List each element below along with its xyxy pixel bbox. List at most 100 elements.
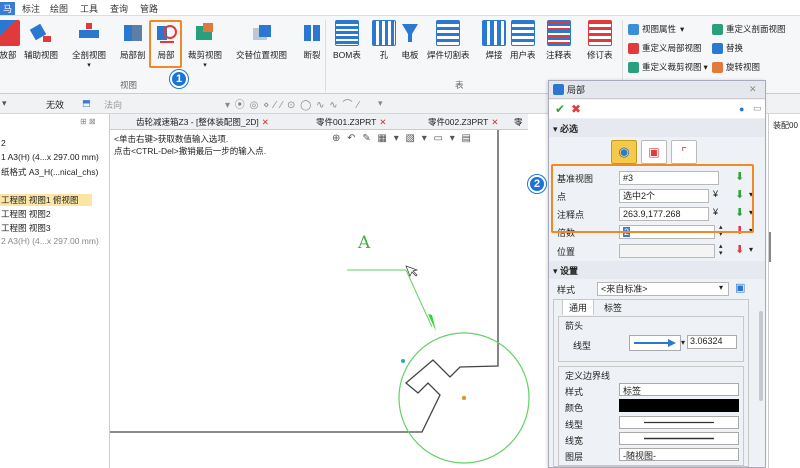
chevron-down-icon[interactable]: ▾ [2, 98, 7, 109]
arrow-style-select[interactable] [629, 335, 681, 351]
weld-icon [482, 20, 506, 46]
annotation-label-a[interactable]: A [358, 233, 370, 253]
revision-table-label: 修订表 [587, 50, 613, 60]
break-view-label: 断裂 [303, 50, 321, 60]
step-badge-2: 2 [528, 175, 546, 193]
chevron-down-icon[interactable]: ▾ [378, 98, 383, 109]
weldment-cut-list-button[interactable]: 焊件切割表 [427, 20, 470, 61]
menu-item-query[interactable]: 查询 [110, 2, 128, 15]
redefine-crop-icon [628, 61, 639, 73]
highlight-required-fields [551, 164, 754, 233]
save-icon[interactable]: ▣ [735, 281, 745, 294]
snap-tools-icon[interactable]: ▾ ⦿ ◎ ⋄ ∕ ∕ ⊙ ◯ ∿ ∿ ⌒ ∕ [225, 96, 360, 111]
close-icon[interactable]: ✕ [749, 84, 757, 95]
tab-part-truncated[interactable]: 零 [514, 116, 523, 128]
chevron-down-icon[interactable]: ▾ [87, 61, 91, 69]
revision-table-button[interactable]: 修订表 [587, 20, 613, 61]
rotate-view-button[interactable]: 旋转视图 [712, 61, 760, 73]
drawing-geometry [110, 130, 530, 464]
menu-item-draw[interactable]: 绘图 [50, 2, 68, 15]
tree-item-view1[interactable]: 工程图 视图1 俯视图 [0, 194, 92, 206]
boundary-color-swatch[interactable] [619, 399, 739, 412]
section-required[interactable]: ▾ 必选 [549, 119, 765, 137]
tree-item[interactable]: 2 [0, 138, 6, 148]
boundary-layer-select[interactable]: -随视图- [619, 448, 739, 461]
section-settings[interactable]: ▾ 设置 [549, 261, 765, 279]
weld-cut-icon [436, 20, 461, 46]
chevron-down-icon[interactable]: ▾ [681, 338, 685, 347]
redefine-detail-button[interactable]: 重定义局部视图 [628, 42, 702, 54]
menu-item-pipe[interactable]: 管路 [140, 2, 158, 15]
tree-item-view3[interactable]: 工程图 视图3 [0, 222, 51, 234]
pin-icon[interactable]: ● [739, 104, 744, 114]
break-view-button[interactable]: 断裂 [300, 20, 324, 61]
panel-controls-icon[interactable]: ⊞ ⊠ [80, 117, 96, 126]
menu-item-annotate[interactable]: 标注 [22, 2, 40, 15]
redefine-section-button[interactable]: 重定义剖面视图 [712, 23, 786, 35]
partial-section-button[interactable]: 局部剖 [120, 20, 146, 61]
filter-icon[interactable]: ⬒ [82, 98, 91, 109]
annotation-table-button[interactable]: 注释表 [546, 20, 572, 61]
menu-item-tools[interactable]: 工具 [80, 2, 98, 15]
properties-icon [628, 23, 639, 35]
close-icon[interactable]: ✕ [491, 117, 498, 127]
right-tab-label[interactable]: 装配00 [773, 120, 798, 131]
view-properties-label: 视图属性 [642, 24, 677, 34]
cancel-button[interactable]: ✖ [571, 102, 581, 116]
view-properties-button[interactable]: 视图属性 ▾ [628, 23, 684, 35]
menu-item-home[interactable]: 马 [0, 2, 16, 15]
replace-label: 替换 [726, 43, 744, 53]
chevron-down-icon[interactable]: ▾ [749, 245, 753, 254]
full-section-view-button[interactable]: 全剖视图 ▾ [72, 20, 106, 69]
minimize-icon[interactable]: ▭ [753, 103, 762, 114]
redefine-crop-button[interactable]: 重定义裁剪视图 ▾ [628, 61, 708, 73]
position-field[interactable] [619, 244, 715, 258]
electrode-table-button[interactable]: 电板 [398, 20, 422, 61]
break-view-icon [300, 20, 324, 46]
section-required-text: 必选 [560, 124, 579, 134]
user-table-button[interactable]: 用户表 [510, 20, 536, 61]
panel-scrollbar[interactable] [759, 311, 763, 401]
pick-icon[interactable]: ⬇ [735, 243, 744, 256]
boundary-group-label: 定义边界线 [565, 371, 611, 381]
ok-button[interactable]: ✔ [555, 102, 565, 116]
polygon-boundary-icon[interactable]: ⌜ [671, 140, 697, 164]
tab-part001[interactable]: 零件001.Z3PRT ✕ [316, 116, 386, 128]
close-icon[interactable]: ✕ [379, 117, 386, 127]
filter-invalid[interactable]: 无效 [46, 98, 64, 111]
tab-general[interactable]: 通用 [562, 299, 595, 315]
replace-icon [712, 42, 723, 54]
tree-item-sheet1[interactable]: 1 A3(H) (4...x 297.00 mm) [0, 152, 99, 162]
tab-assembly[interactable]: 齿轮减速箱Z3 - [整体装配图_2D] ✕ [136, 116, 269, 128]
drawing-canvas[interactable]: <单击右键>获取数值输入选项. 点击<CTRL-Del>撤销最后一步的输入点. … [110, 130, 530, 468]
hole-table-button[interactable]: 孔 [372, 20, 396, 61]
alternate-position-button[interactable]: 交替位置视图 [236, 20, 287, 61]
projection-view-button[interactable]: 放部 [0, 20, 20, 61]
boundary-linetype-select[interactable] [619, 416, 739, 429]
weld-table-button[interactable]: 焊接 [482, 20, 506, 61]
circle-boundary-icon[interactable]: ◉ [611, 140, 637, 164]
revision-table-icon [587, 20, 612, 46]
crop-view-button[interactable]: 裁剪视图 ▾ [188, 20, 222, 69]
tree-item-view2[interactable]: 工程图 视图2 [0, 208, 51, 220]
boundary-linewidth-select[interactable] [619, 432, 739, 445]
boundary-style-select[interactable]: 标签 [619, 383, 739, 396]
tree-item-sheet2[interactable]: 2 A3(H) (4...x 297.00 mm) [0, 236, 99, 246]
style-select[interactable]: <来自标准> [597, 282, 729, 296]
tree-item-format[interactable]: 纸格式 A3_H(...nical_chs) [0, 166, 98, 178]
chevron-down-icon[interactable]: ▾ [203, 61, 207, 69]
filter-direction[interactable]: 法向 [104, 98, 122, 111]
chevron-down-icon[interactable]: ▾ [719, 283, 723, 292]
arrow-size-field[interactable]: 3.06324 [687, 335, 737, 349]
rotate-view-icon [712, 61, 723, 73]
replace-button[interactable]: 替换 [712, 42, 743, 54]
rect-boundary-icon[interactable]: ▣ [641, 140, 667, 164]
spinner-icon[interactable]: ▴ ▾ [719, 243, 723, 257]
bom-table-button[interactable]: BOM表 [333, 20, 361, 61]
auxiliary-view-button[interactable]: 辅助视图 [24, 20, 58, 61]
arrow-group-label: 箭头 [565, 321, 584, 331]
auxiliary-view-label: 辅助视图 [24, 50, 59, 60]
tab-part002[interactable]: 零件002.Z3PRT ✕ [428, 116, 498, 128]
close-icon[interactable]: ✕ [262, 117, 269, 127]
tab-label[interactable]: 标签 [604, 301, 622, 314]
